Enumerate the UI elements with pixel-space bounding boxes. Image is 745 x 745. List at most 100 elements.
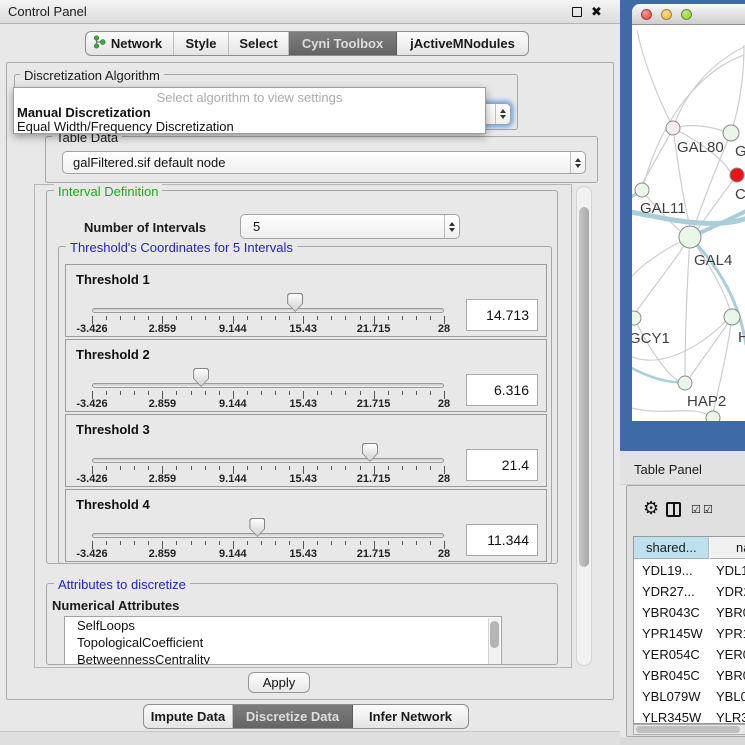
- network-edge[interactable]: [636, 237, 690, 312]
- partial-node[interactable]: [706, 411, 720, 421]
- threshold-value-field[interactable]: 14.713: [466, 299, 538, 331]
- attribute-list-item[interactable]: TopologicalCoefficient: [65, 634, 501, 651]
- thresholds-group-title: Threshold's Coordinates for 5 Intervals: [66, 240, 297, 255]
- zoom-traffic-light[interactable]: [681, 9, 692, 20]
- tick-label: 2.859: [130, 548, 194, 560]
- network-edge[interactable]: [690, 237, 730, 310]
- tab-network[interactable]: Network: [86, 32, 174, 55]
- network-edge[interactable]: [685, 237, 690, 376]
- H-node[interactable]: [724, 309, 740, 325]
- red-node[interactable]: [730, 168, 744, 182]
- tick-mark: [430, 316, 431, 320]
- tick-mark: [120, 391, 121, 395]
- network-edge[interactable]: [643, 128, 673, 183]
- HAP2-node[interactable]: [678, 376, 692, 390]
- list-scrollbar[interactable]: [488, 618, 500, 665]
- column-header[interactable]: shared...: [634, 537, 709, 559]
- tick-label: 9.144: [201, 323, 265, 335]
- tick-mark: [106, 391, 107, 395]
- tick-mark: [388, 466, 389, 470]
- table-row[interactable]: YBL079WYBL0: [634, 686, 745, 707]
- scrollbar-thumb[interactable]: [579, 207, 589, 567]
- tab-select[interactable]: Select: [229, 32, 289, 55]
- tick-label: 15.43: [271, 323, 335, 335]
- table-data-combobox[interactable]: galFiltered.sif default node: [62, 151, 586, 174]
- tab-infer-network[interactable]: Infer Network: [353, 705, 468, 728]
- settings-vertical-scrollbar[interactable]: [576, 186, 592, 666]
- tick-mark: [176, 541, 177, 545]
- table-row[interactable]: YER054CYER0: [634, 644, 745, 665]
- threshold-value-field[interactable]: 11.344: [466, 524, 538, 556]
- close-traffic-light[interactable]: [641, 9, 652, 20]
- combo-stepper-icon: [495, 104, 510, 124]
- column-header[interactable]: na: [710, 537, 745, 559]
- table-row[interactable]: YBR045CYBR0: [634, 665, 745, 686]
- tick-label: 2.859: [130, 473, 194, 485]
- cell-name: YLR3: [716, 707, 745, 724]
- scrollbar-thumb[interactable]: [636, 726, 740, 733]
- network-edge-highlighted[interactable]: [632, 365, 680, 382]
- tick-label: 2.859: [130, 323, 194, 335]
- tick-mark: [205, 541, 206, 545]
- slider-track[interactable]: [92, 383, 444, 388]
- node-attribute-table[interactable]: shared...naYDL19...YDL1YDR27...YDR2YBR04…: [633, 536, 745, 724]
- tick-mark: [416, 541, 417, 545]
- attribute-list-item[interactable]: BetweennessCentrality: [65, 651, 501, 665]
- apply-button[interactable]: Apply: [248, 672, 310, 693]
- table-row[interactable]: YBR043CYBR0: [634, 602, 745, 623]
- split-view-icon[interactable]: [666, 502, 681, 517]
- num-intervals-combobox[interactable]: 5: [240, 214, 460, 239]
- cell-shared-name: YBL079W: [642, 686, 701, 707]
- tick-label: 15.43: [271, 548, 335, 560]
- table-row[interactable]: YDL19...YDL1: [634, 560, 745, 581]
- screen: Control Panel ✖ Network Style Select Cyn…: [0, 0, 745, 745]
- threshold-value-field[interactable]: 6.316: [466, 374, 538, 406]
- network-edge[interactable]: [637, 30, 673, 128]
- tab-impute-data[interactable]: Impute Data: [144, 705, 233, 728]
- settings-gear-icon[interactable]: ⚙: [643, 499, 659, 517]
- threshold-value-field[interactable]: 21.4: [466, 449, 538, 481]
- GAL4-node[interactable]: [679, 226, 701, 248]
- GAL80-node[interactable]: [666, 121, 680, 135]
- table-row[interactable]: YLR345WYLR3: [634, 707, 745, 724]
- GCY1-node[interactable]: [632, 311, 641, 325]
- numerical-attributes-list[interactable]: SelfLoopsTopologicalCoefficientBetweenne…: [64, 616, 502, 665]
- threshold-label: Threshold 4: [76, 497, 150, 512]
- network-view-window[interactable]: GAL80GACGAL11GAL4GCY1HHAP2: [632, 4, 745, 421]
- threshold-panel: Threshold 3-3.4262.8599.14415.4321.71528…: [65, 414, 547, 487]
- checkbox-icon[interactable]: ☑: [691, 503, 702, 516]
- tick-mark: [191, 316, 192, 320]
- combo-stepper-icon: [444, 215, 459, 238]
- tick-mark: [106, 316, 107, 320]
- algorithm-option[interactable]: Equal Width/Frequency Discretization: [17, 119, 234, 134]
- tick-mark: [148, 541, 149, 545]
- checkbox-icon[interactable]: ☑: [703, 503, 714, 516]
- tick-label: 21.715: [342, 473, 406, 485]
- network-window-titlebar[interactable]: [632, 4, 745, 25]
- network-edge[interactable]: [673, 126, 723, 131]
- node-top-right[interactable]: [723, 125, 739, 141]
- close-icon[interactable]: ✖: [591, 4, 602, 20]
- tick-mark: [134, 466, 135, 470]
- attribute-list-item[interactable]: SelfLoops: [65, 617, 501, 634]
- tick-mark: [191, 541, 192, 545]
- float-window-icon[interactable]: [572, 7, 582, 17]
- slider-track[interactable]: [92, 533, 444, 538]
- table-row[interactable]: YDR27...YDR2: [634, 581, 745, 602]
- tab-jactivemnodules[interactable]: jActiveMNodules: [397, 32, 528, 55]
- minimize-traffic-light[interactable]: [661, 9, 672, 20]
- tick-mark: [388, 316, 389, 320]
- tab-style[interactable]: Style: [174, 32, 229, 55]
- algorithm-option[interactable]: Manual Discretization: [17, 105, 151, 120]
- tab-discretize-data[interactable]: Discretize Data: [233, 705, 353, 728]
- network-canvas[interactable]: GAL80GACGAL11GAL4GCY1HHAP2: [632, 25, 745, 421]
- network-edge[interactable]: [690, 317, 732, 377]
- slider-track[interactable]: [92, 458, 444, 463]
- GAL11-node[interactable]: [635, 183, 649, 197]
- table-horizontal-scrollbar[interactable]: [633, 724, 745, 735]
- node-label: GAL80: [677, 139, 724, 156]
- scrollbar-thumb[interactable]: [490, 621, 499, 648]
- slider-track[interactable]: [92, 308, 444, 313]
- table-row[interactable]: YPR145WYPR1: [634, 623, 745, 644]
- tab-cyni-toolbox[interactable]: Cyni Toolbox: [289, 32, 397, 55]
